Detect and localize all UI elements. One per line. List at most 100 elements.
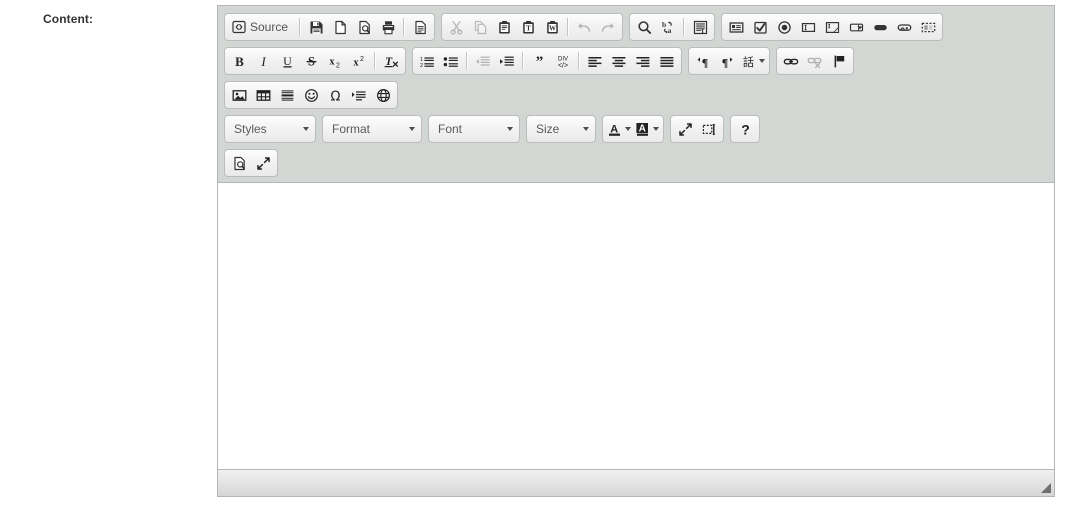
smiley-icon[interactable] xyxy=(300,84,322,106)
anchor-icon[interactable] xyxy=(828,50,850,72)
show-blocks-icon[interactable] xyxy=(698,118,720,140)
superscript-icon[interactable]: x2 xyxy=(348,50,370,72)
underline-icon[interactable]: U xyxy=(276,50,298,72)
svg-text:x: x xyxy=(354,57,359,68)
format-combo[interactable]: Format xyxy=(322,115,422,143)
checkbox-icon[interactable] xyxy=(749,16,771,38)
maximize-icon[interactable] xyxy=(674,118,696,140)
italic-icon[interactable]: I xyxy=(252,50,274,72)
svg-text:?: ? xyxy=(741,122,750,137)
align-right-icon[interactable] xyxy=(632,50,654,72)
toolbar-group-bidi: ¶ ¶ 話 xyxy=(688,47,770,75)
select-field-icon[interactable] xyxy=(845,16,867,38)
toolbar-group-tools xyxy=(670,115,724,143)
replace-icon[interactable]: ba xyxy=(657,16,679,38)
bold-icon[interactable]: B xyxy=(228,50,250,72)
svg-text:W: W xyxy=(549,24,556,32)
table-icon[interactable] xyxy=(252,84,274,106)
format-combo-label: Format xyxy=(332,122,371,136)
save-icon[interactable] xyxy=(305,16,327,38)
create-div-icon[interactable]: DIV </> xyxy=(552,50,574,72)
paste-icon[interactable] xyxy=(493,16,515,38)
toolbar-group-clipboard: T W xyxy=(441,13,624,41)
paste-text-icon[interactable]: T xyxy=(517,16,539,38)
toolbar-group-forms xyxy=(721,13,944,41)
ckeditor-container: Source T W b a B I U S x 2 x 2 T 1 2 ” D… xyxy=(217,5,1055,497)
styles-combo[interactable]: Styles xyxy=(224,115,316,143)
special-char-icon[interactable]: Ω xyxy=(324,84,346,106)
find-icon[interactable] xyxy=(633,16,655,38)
size-combo-label: Size xyxy=(536,122,560,136)
toolbar-group-about: ? xyxy=(730,115,760,143)
numbered-list-icon[interactable]: 12 xyxy=(416,50,438,72)
cut-icon[interactable] xyxy=(445,16,467,38)
button-icon[interactable] xyxy=(869,16,891,38)
size-combo[interactable]: Size xyxy=(526,115,596,143)
radio-icon[interactable] xyxy=(773,16,795,38)
svg-text:x: x xyxy=(330,56,335,67)
strike-icon[interactable]: S xyxy=(300,50,322,72)
chevron-down-icon xyxy=(409,127,415,131)
justify-icon[interactable] xyxy=(656,50,678,72)
image-button-icon[interactable] xyxy=(893,16,915,38)
textarea-icon[interactable] xyxy=(821,16,843,38)
form-icon[interactable] xyxy=(725,16,747,38)
separator xyxy=(578,52,580,70)
font-combo[interactable]: Font xyxy=(428,115,520,143)
chevron-down-icon xyxy=(583,127,589,131)
bulleted-list-icon[interactable] xyxy=(440,50,462,72)
hidden-field-icon[interactable] xyxy=(917,16,939,38)
bg-color-icon[interactable]: A xyxy=(634,118,660,140)
image-icon[interactable] xyxy=(228,84,250,106)
chevron-down-icon xyxy=(303,127,309,131)
unlink-icon[interactable] xyxy=(804,50,826,72)
redo-icon[interactable] xyxy=(597,16,619,38)
select-all-icon[interactable] xyxy=(689,16,711,38)
indent-icon[interactable] xyxy=(496,50,518,72)
separator xyxy=(403,18,406,36)
text-color-icon[interactable]: A xyxy=(606,118,632,140)
maximize-icon[interactable] xyxy=(252,152,274,174)
svg-text:話: 話 xyxy=(743,55,754,69)
horizontal-rule-icon[interactable] xyxy=(276,84,298,106)
align-center-icon[interactable] xyxy=(608,50,630,72)
preview-icon[interactable] xyxy=(353,16,375,38)
copy-icon[interactable] xyxy=(469,16,491,38)
toolbar-group-colors: A A xyxy=(602,115,664,143)
subscript-icon[interactable]: x2 xyxy=(324,50,346,72)
templates-icon[interactable] xyxy=(409,16,431,38)
svg-text:</>: </> xyxy=(558,62,568,68)
link-icon[interactable] xyxy=(780,50,802,72)
resize-handle[interactable] xyxy=(1041,483,1051,493)
toolbar-row-4: Styles Format Font Size A A ? xyxy=(221,112,1051,146)
remove-format-icon[interactable]: T xyxy=(380,50,402,72)
print-icon[interactable] xyxy=(377,16,399,38)
toolbar-group-mode xyxy=(224,149,278,177)
separator xyxy=(374,52,376,70)
styles-combo-label: Styles xyxy=(234,122,267,136)
preview-icon[interactable] xyxy=(228,152,250,174)
source-button[interactable]: Source xyxy=(228,16,295,38)
rtl-icon[interactable]: ¶ xyxy=(716,50,738,72)
paste-word-icon[interactable]: W xyxy=(541,16,563,38)
svg-text:2: 2 xyxy=(360,56,364,63)
align-left-icon[interactable] xyxy=(584,50,606,72)
blockquote-icon[interactable]: ” xyxy=(528,50,550,72)
page-root: Content: Source T W b a B I U S x 2 x 2 … xyxy=(0,0,1085,506)
toolbar-row-2: B I U S x2 x2 T 1 2 ” DIV </> ¶ ¶ 話 xyxy=(221,44,1051,78)
help-icon[interactable]: ? xyxy=(734,118,756,140)
ltr-icon[interactable]: ¶ xyxy=(692,50,714,72)
iframe-icon[interactable] xyxy=(372,84,394,106)
new-page-icon[interactable] xyxy=(329,16,351,38)
svg-text:b: b xyxy=(662,20,666,29)
svg-text:2: 2 xyxy=(420,63,423,69)
undo-icon[interactable] xyxy=(573,16,595,38)
editor-content-area[interactable] xyxy=(218,183,1054,469)
toolbar-group-links xyxy=(776,47,854,75)
editor-statusbar xyxy=(218,469,1054,496)
outdent-icon[interactable] xyxy=(472,50,494,72)
editor-toolbox: Source T W b a B I U S x 2 x 2 T 1 2 ” D… xyxy=(218,6,1054,183)
page-break-icon[interactable] xyxy=(348,84,370,106)
text-field-icon[interactable] xyxy=(797,16,819,38)
language-icon[interactable]: 話 xyxy=(740,50,766,72)
